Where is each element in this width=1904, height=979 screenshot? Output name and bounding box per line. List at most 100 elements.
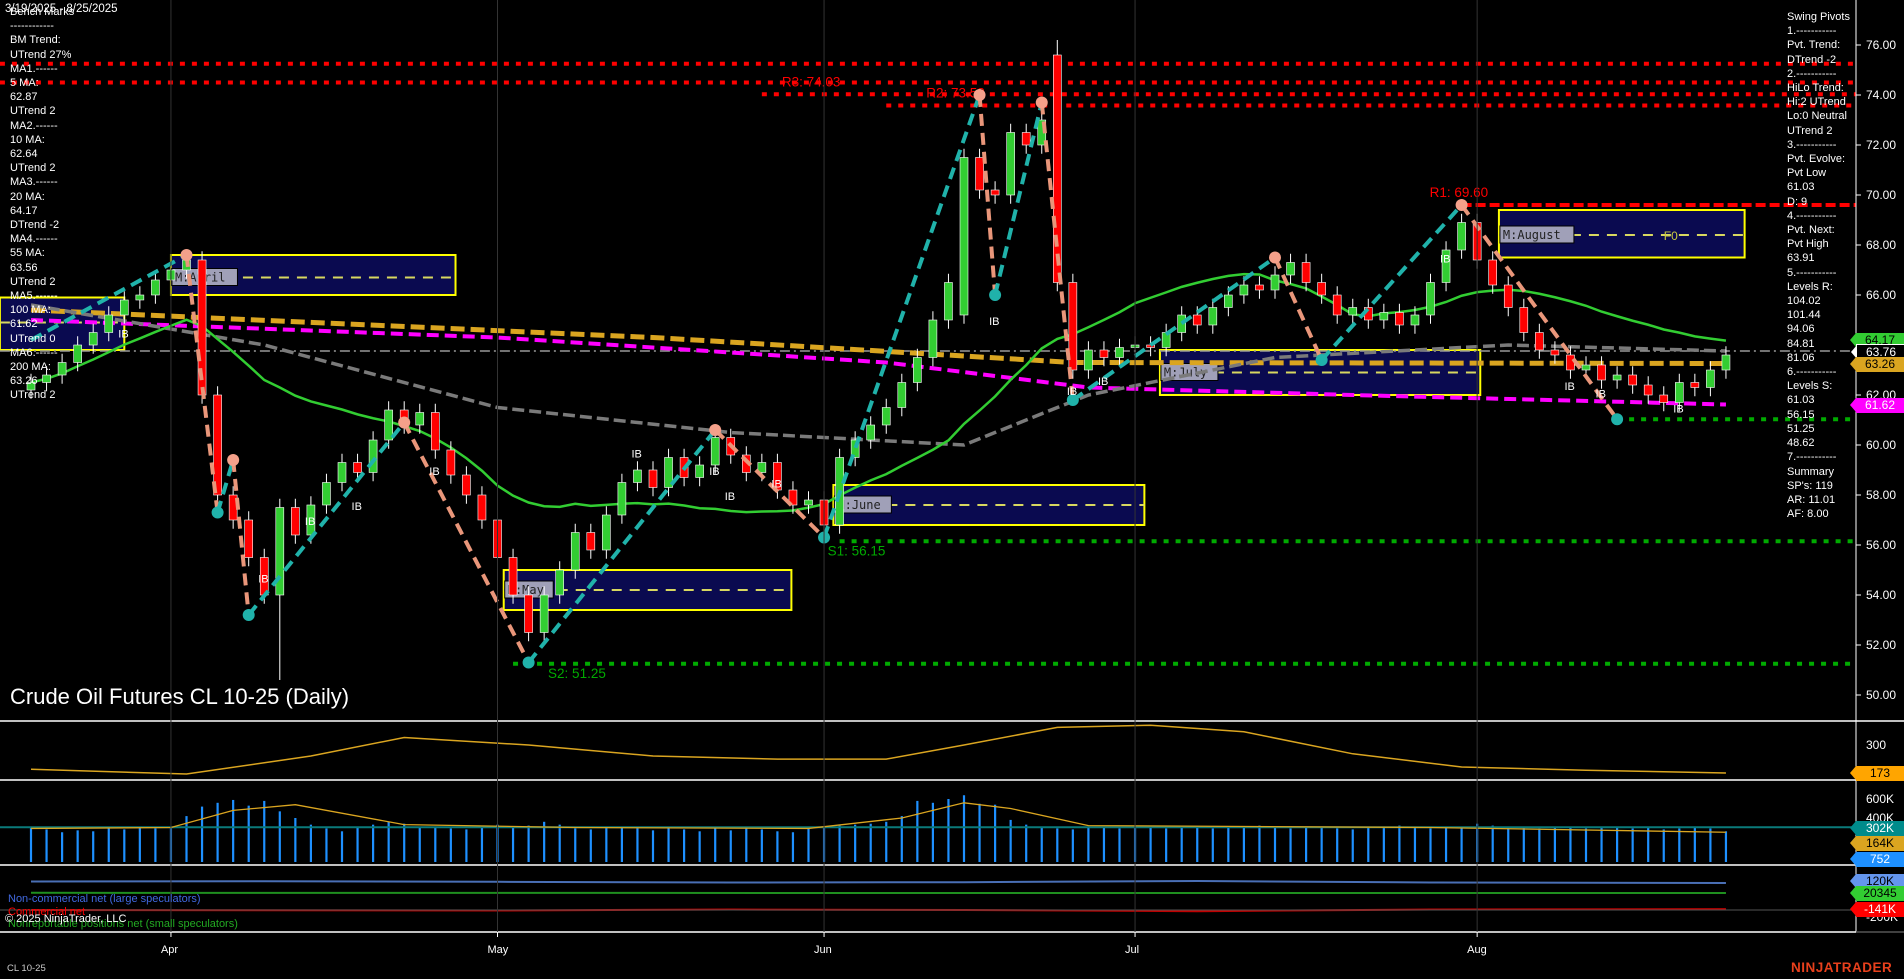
- candle-body: [151, 280, 159, 295]
- candle-body: [74, 345, 82, 363]
- x-tick-label: Apr: [161, 944, 178, 956]
- candle-body: [991, 190, 999, 195]
- candle-body: [1116, 348, 1124, 358]
- candle-body: [618, 483, 626, 516]
- candle-body: [354, 463, 362, 473]
- candle-body: [1302, 263, 1310, 283]
- candle-body: [462, 475, 470, 495]
- symbol-label: CL 10-25: [7, 963, 46, 974]
- ib-mark: IB: [118, 329, 128, 341]
- value-tag: 173: [1856, 766, 1904, 781]
- legend-line: 200 MA:: [10, 360, 74, 374]
- candle-body: [525, 595, 533, 633]
- candle-body: [1722, 355, 1730, 370]
- candle-body: [696, 465, 704, 478]
- value-tag: 302K: [1856, 821, 1904, 836]
- value-tag: 164K: [1856, 836, 1904, 851]
- candle-body: [882, 408, 890, 426]
- swing-pivot-dot: [1316, 354, 1328, 366]
- level-label: R3: 74.03: [782, 74, 841, 89]
- legend-line: 63.26: [10, 374, 74, 388]
- candle-body: [1660, 395, 1668, 403]
- y-tick-label: 60.00: [1866, 438, 1896, 452]
- candle-body: [1489, 260, 1497, 285]
- legend-line: 10 MA:: [10, 133, 74, 147]
- candle-body: [976, 158, 984, 191]
- candle-body: [1022, 133, 1030, 146]
- candle-body: [556, 570, 564, 595]
- legend-line: 61.03: [1787, 180, 1850, 194]
- candle-body: [1007, 133, 1015, 196]
- candle-body: [1053, 55, 1061, 283]
- candle-body: [1613, 375, 1621, 380]
- candle-body: [214, 395, 222, 495]
- legend-line: Pvt High: [1787, 237, 1850, 251]
- candle-body: [1644, 385, 1652, 395]
- legend-line: MA2.------: [10, 119, 74, 133]
- oscillator-line: [31, 725, 1726, 774]
- legend-line: Pvt. Evolve:: [1787, 152, 1850, 166]
- ninjatrader-logo: NINJATRADER: [1791, 960, 1892, 975]
- candle-body: [509, 558, 517, 596]
- ib-mark: IB: [1440, 254, 1450, 266]
- candle-body: [1178, 315, 1186, 333]
- legend-line: D: 9: [1787, 195, 1850, 209]
- legend-line: MA5.------: [10, 289, 74, 303]
- candle-body: [867, 425, 875, 440]
- candle-body: [633, 470, 641, 483]
- price-chart[interactable]: M:AprilM:MayM:JuneM:JulyM:AugustF0R3: 74…: [0, 0, 1904, 979]
- ib-mark: IB: [725, 491, 735, 503]
- candle-body: [1380, 313, 1388, 321]
- candle-body: [245, 520, 253, 558]
- candle-body: [105, 315, 113, 333]
- swing-pivot-dot: [709, 424, 721, 436]
- legend-line: 20 MA:: [10, 190, 74, 204]
- legend-line: 64.17: [10, 204, 74, 218]
- ib-mark: IB: [305, 516, 315, 528]
- ib-mark: IB: [258, 574, 268, 586]
- swing-up-line: [1322, 205, 1462, 360]
- swing-pivot-dot: [243, 609, 255, 621]
- legend-line: Pvt Low: [1787, 166, 1850, 180]
- legend-line: Pvt. Next:: [1787, 223, 1850, 237]
- legend-line: Swing Pivots: [1787, 10, 1850, 24]
- candle-body: [602, 515, 610, 550]
- candle-body: [898, 383, 906, 408]
- level-label: S2: 51.25: [548, 666, 606, 681]
- y-tick-label: 74.00: [1866, 88, 1896, 102]
- swing-pivot-dot: [227, 454, 239, 466]
- legend-line: MA6.------: [10, 346, 74, 360]
- candle-body: [291, 508, 299, 536]
- y-tick-label: 50.00: [1866, 688, 1896, 702]
- swing-up-line: [824, 95, 980, 538]
- copyright: © 2025 NinjaTrader, LLC: [5, 913, 126, 925]
- legend-line: MA3.------: [10, 175, 74, 189]
- swing-pivot-dot: [181, 249, 193, 261]
- legend-line: 3.-----------: [1787, 138, 1850, 152]
- candle-body: [1100, 350, 1108, 358]
- swing-pivot-dot: [1611, 413, 1623, 425]
- x-tick-label: Jul: [1125, 944, 1139, 956]
- legend-line: BM Trend:: [10, 33, 74, 47]
- ib-mark: IB: [1596, 389, 1606, 401]
- y-tick-label: 58.00: [1866, 488, 1896, 502]
- legend-line: UTrend 2: [10, 275, 74, 289]
- chart-title: Crude Oil Futures CL 10-25 (Daily): [10, 684, 349, 710]
- candle-body: [929, 320, 937, 358]
- benchmarks-legend: Bench Marks------------BM Trend:UTrend 2…: [10, 5, 74, 403]
- legend-line: MA4.------: [10, 232, 74, 246]
- legend-line: Levels R:: [1787, 280, 1850, 294]
- legend-line: 51.25: [1787, 422, 1850, 436]
- swing-up-line: [995, 103, 1042, 296]
- legend-line: 56.15: [1787, 408, 1850, 422]
- ib-mark: IB: [1067, 386, 1077, 398]
- legend-line: UTrend 2: [10, 161, 74, 175]
- candle-body: [1582, 365, 1590, 370]
- ib-mark: IB: [631, 449, 641, 461]
- y-tick-label: 76.00: [1866, 38, 1896, 52]
- value-tag: 20345: [1856, 886, 1904, 901]
- level-label: S1: 56.15: [828, 543, 886, 558]
- candle-body: [1458, 223, 1466, 251]
- y-tick-label: 66.00: [1866, 288, 1896, 302]
- cot-legend-item: Non-commercial net (large speculators): [8, 893, 238, 906]
